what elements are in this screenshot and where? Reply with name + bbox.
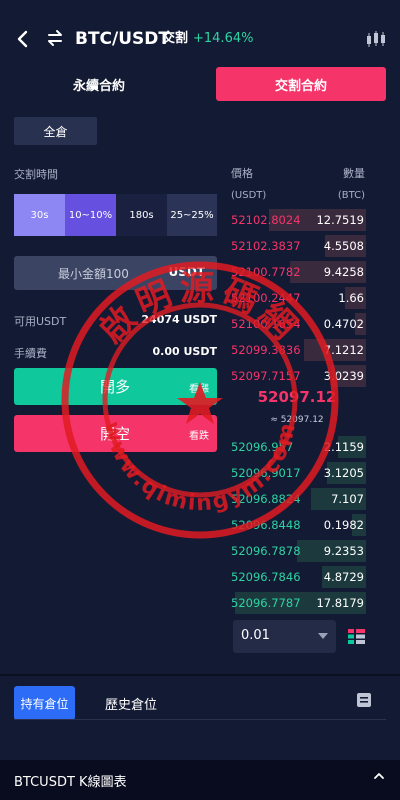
ask-qty: 3.0239 [323,369,364,383]
bid-row[interactable]: 52096.957 2.1159 [228,436,366,458]
bid-row[interactable]: 52096.7787 17.8179 [228,592,366,614]
ask-row[interactable]: 52102.3837 4.5508 [228,235,366,257]
kline-symbol: BTCUSDT [14,775,75,790]
fee-label: 手續費 [14,347,47,360]
ask-row[interactable]: 52097.7157 3.0239 [228,365,366,387]
bid-qty: 2.1159 [323,440,364,454]
bid-row[interactable]: 52096.9017 3.1205 [228,462,366,484]
margin-mode-button[interactable]: 全倉 [14,117,97,145]
bid-qty: 7.107 [331,492,364,506]
bid-price: 52096.9017 [231,466,301,480]
orderbook-qty-header: 數量 [343,167,365,180]
ask-price: 52100.1654 [231,317,301,331]
ask-price: 52102.8024 [231,213,301,227]
orderbook-price-header: 價格 [231,167,253,180]
ask-price: 52100.2447 [231,291,301,305]
bid-row[interactable]: 52096.8824 7.107 [228,488,366,510]
ask-price: 52100.7782 [231,265,301,279]
chevron-down-icon [318,633,328,639]
ask-price: 52097.7157 [231,369,301,383]
precision-value: 0.01 [241,628,270,643]
tab-perpetual[interactable]: 永續合約 [14,67,184,101]
bid-qty: 17.8179 [316,596,364,610]
swap-icon[interactable] [46,28,64,54]
tab-history-positions[interactable]: 歷史倉位 [101,686,161,720]
tab-option[interactable]: 交割合約 [216,67,386,101]
time-option-2[interactable]: 10~10% [65,194,116,236]
bid-row[interactable]: 52096.7878 9.2353 [228,540,366,562]
divider [14,719,386,720]
amount-input[interactable]: 最小金額100 USDT [14,256,217,290]
kline-bar-title: BTCUSDT K線圖表 [14,771,127,790]
available-value: 24074 USDT [141,313,217,326]
orderbook-view-icon[interactable] [348,629,365,644]
available-label: 可用USDT [14,315,67,328]
bid-price: 52096.957 [231,440,294,454]
document-icon[interactable] [356,692,372,708]
pair-type: 交割 [162,31,189,46]
amount-placeholder: 最小金額100 [58,267,129,281]
ask-price: 52102.3837 [231,239,301,253]
bid-price: 52096.7846 [231,570,301,584]
ask-qty: 12.7519 [316,213,364,227]
time-option-1[interactable]: 30s [14,194,65,236]
time-option-4[interactable]: 25~25% [167,194,217,236]
ask-row[interactable]: 52102.8024 12.7519 [228,209,366,231]
bid-qty: 0.1982 [323,518,364,532]
bid-qty: 9.2353 [323,544,364,558]
last-price-sub: ≈ 52097.12 [270,415,324,425]
sell-label: 開空 [100,425,131,443]
bid-row[interactable]: 52096.7846 4.8729 [228,566,366,588]
ask-row[interactable]: 52100.1654 0.4702 [228,313,366,335]
price-change: +14.64% [193,31,254,46]
last-price: 52097.12 [257,388,337,406]
ask-qty: 0.4702 [323,317,364,331]
kline-bar[interactable]: BTCUSDT K線圖表 [0,760,400,800]
ask-qty: 4.5508 [323,239,364,253]
bid-price: 52096.8448 [231,518,301,532]
orderbook-price-unit: (USDT) [231,190,267,201]
fee-value: 0.00 USDT [152,345,217,358]
ask-qty: 9.4258 [323,265,364,279]
time-label: 交割時間 [14,168,58,181]
chevron-left-icon[interactable] [14,27,32,51]
bid-row[interactable]: 52096.8448 0.1982 [228,514,366,536]
chevron-up-icon[interactable] [373,770,385,785]
ask-price: 52099.3836 [231,343,301,357]
ask-qty: 1.66 [338,291,364,305]
ask-qty: 7.1212 [323,343,364,357]
sell-sub-label: 看跌 [189,431,209,442]
ask-row[interactable]: 52100.2447 1.66 [228,287,366,309]
bid-price: 52096.7878 [231,544,301,558]
bid-price: 52096.8824 [231,492,301,506]
bid-qty: 3.1205 [323,466,364,480]
time-option-3[interactable]: 180s [116,194,167,236]
ask-row[interactable]: 52099.3836 7.1212 [228,339,366,361]
kline-label: K線圖表 [79,775,127,790]
candlestick-icon[interactable] [365,28,387,50]
tab-holding-positions[interactable]: 持有倉位 [14,686,75,720]
bid-price: 52096.7787 [231,596,301,610]
sell-short-button[interactable]: 開空 看跌 [14,415,217,452]
pair-title[interactable]: BTC/USDT [75,28,170,50]
buy-sub-label: 看漲 [189,384,209,395]
buy-long-button[interactable]: 開多 看漲 [14,368,217,405]
amount-unit: USDT [168,265,205,279]
buy-label: 開多 [100,378,131,396]
bid-qty: 4.8729 [323,570,364,584]
orderbook-qty-unit: (BTC) [337,190,365,201]
precision-select[interactable]: 0.01 [233,620,336,653]
ask-row[interactable]: 52100.7782 9.4258 [228,261,366,283]
